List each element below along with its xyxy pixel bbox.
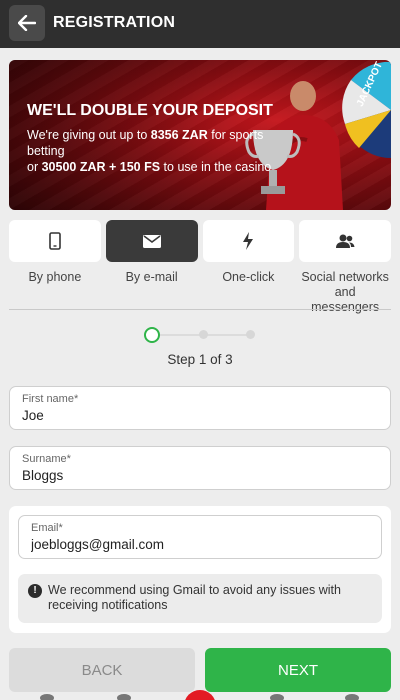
next-button[interactable]: NEXT [205,648,391,692]
tab-one-click[interactable] [202,220,295,262]
surname-input[interactable] [22,468,364,483]
tab-social-networks[interactable] [299,220,391,262]
step-1-current-dot [144,327,160,343]
phone-icon [49,232,61,250]
lightning-icon [243,232,254,250]
step-indicator-text: Step 1 of 3 [167,352,233,367]
registration-method-tabs [9,220,391,262]
banner-text-part: to use in the casino [160,160,272,174]
nav-icon-2[interactable] [117,694,131,700]
banner-text-part: We're giving out up to [27,128,151,142]
people-icon [336,234,355,248]
back-arrow-button[interactable] [9,5,45,41]
banner-description: We're giving out up to 8356 ZAR for spor… [27,127,287,175]
promo-banner[interactable]: JACKPOT WE'LL DOUBLE YOUR DEPOSIT We're … [9,60,391,210]
email-field[interactable]: Email* [18,515,382,559]
nav-center-button[interactable] [184,690,216,700]
first-name-label: First name* [22,393,79,405]
nav-icon-1[interactable] [40,694,54,700]
notice-text: We recommend using Gmail to avoid any is… [48,583,341,612]
step-3-dot [246,330,255,339]
casino-bonus-amount: 30500 ZAR + 150 FS [41,160,161,174]
page-title: REGISTRATION [53,14,176,31]
gmail-recommendation-notice: ! We recommend using Gmail to avoid any … [18,574,382,623]
surname-label: Surname* [22,453,71,465]
section-divider [9,309,391,310]
nav-icon-4[interactable] [270,694,284,700]
nav-icon-5[interactable] [345,694,359,700]
progress-stepper [144,327,264,343]
email-section: Email* ! We recommend using Gmail to avo… [9,506,391,633]
email-label: Email* [31,522,63,534]
tab-by-email[interactable] [105,220,198,262]
app-header: REGISTRATION [0,0,400,48]
envelope-icon [142,234,161,248]
back-button[interactable]: BACK [9,648,195,692]
bottom-navigation [0,690,400,700]
banner-text-part: or [27,160,42,174]
exclamation-circle-icon: ! [28,584,42,598]
arrow-left-icon [18,15,36,31]
step-2-dot [199,330,208,339]
banner-title: WE'LL DOUBLE YOUR DEPOSIT [27,102,273,119]
email-input[interactable] [31,537,357,552]
first-name-field[interactable]: First name* [9,386,391,430]
surname-field[interactable]: Surname* [9,446,391,490]
tab-by-phone[interactable] [9,220,101,262]
first-name-input[interactable] [22,408,364,423]
sports-bonus-amount: 8356 ZAR [150,128,208,142]
